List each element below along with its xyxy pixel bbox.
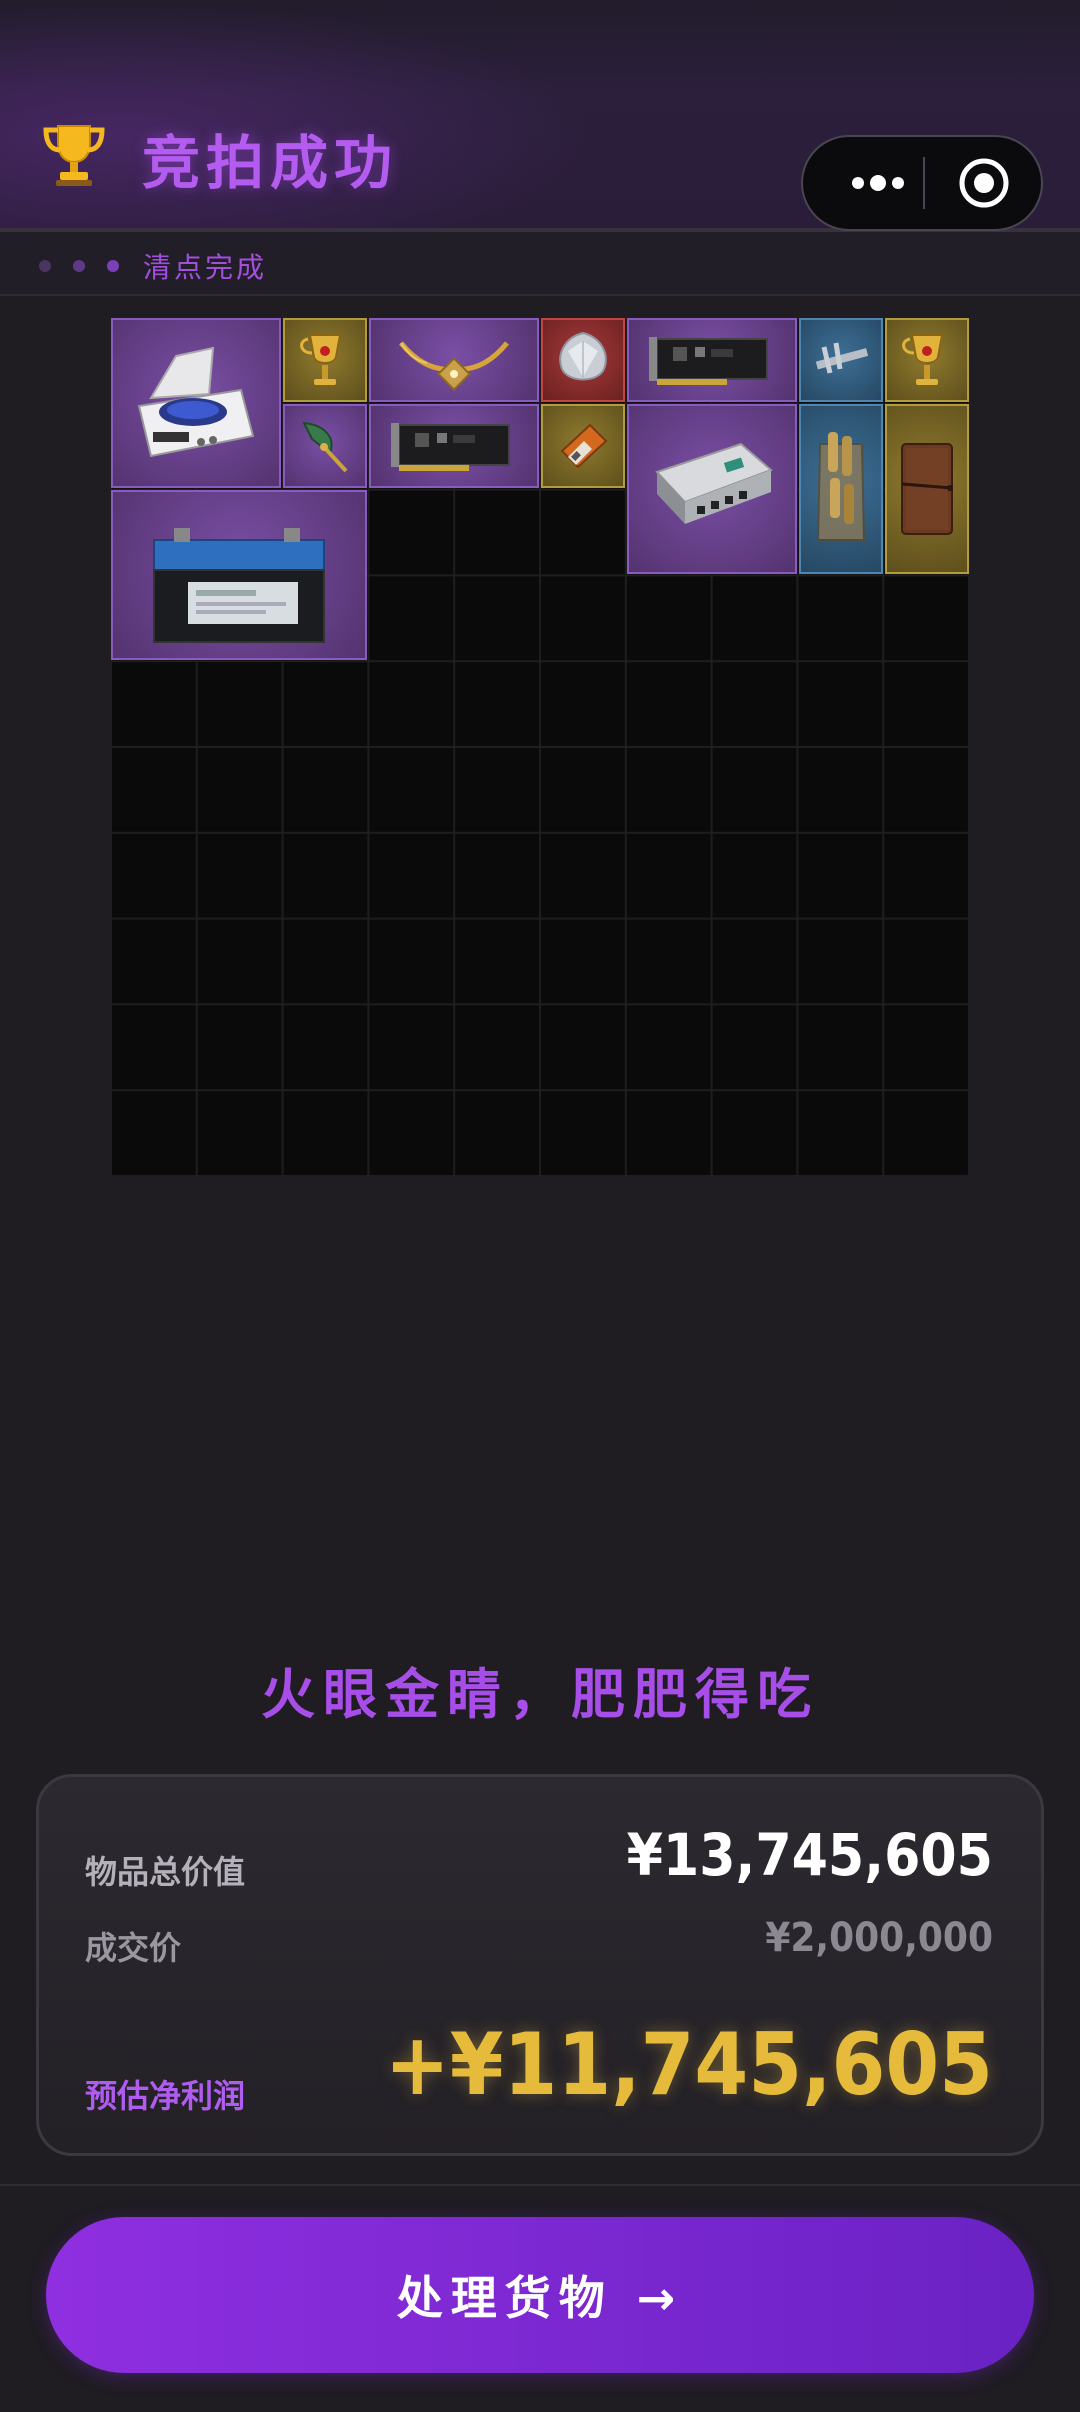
inventory-grid	[111, 318, 969, 1176]
status-text: 清点完成	[143, 251, 268, 284]
router-icon	[655, 442, 773, 524]
trophy-icon	[43, 125, 105, 186]
chalice-icon	[902, 334, 944, 385]
item-ammo-bag[interactable]	[799, 404, 883, 574]
summary-card: 物品总价值 ¥13,745,605 成交价 ¥2,000,000 预估净利润 +…	[36, 1774, 1044, 2156]
diamond-icon	[559, 331, 607, 381]
battery-icon	[153, 528, 325, 643]
more-dots-icon[interactable]	[833, 137, 923, 229]
journal-icon	[901, 443, 953, 535]
item-network-router[interactable]	[627, 404, 797, 574]
capsule-divider	[923, 157, 925, 209]
item-centrifuge[interactable]	[111, 318, 281, 488]
centrifuge-icon	[137, 346, 255, 458]
item-horned-necklace[interactable]	[369, 318, 539, 402]
caliper-icon	[815, 342, 869, 374]
process-goods-button[interactable]: 处理货物 →	[46, 2217, 1034, 2373]
item-caliper[interactable]	[799, 318, 883, 402]
ration-bar-icon	[560, 423, 608, 469]
item-diamond[interactable]	[541, 318, 625, 402]
mini-program-capsule[interactable]	[801, 135, 1043, 231]
necklace-icon	[399, 341, 509, 391]
total-value: ¥13,745,605	[626, 1821, 993, 1889]
item-golden-chalice[interactable]	[283, 318, 367, 402]
item-spearhead-pendant[interactable]	[283, 404, 367, 488]
item-ration-bar[interactable]	[541, 404, 625, 488]
graphics-card-icon	[649, 337, 768, 385]
spearhead-icon	[302, 421, 348, 473]
item-graphics-card[interactable]	[369, 404, 539, 488]
item-leather-journal[interactable]	[885, 404, 969, 574]
item-golden-chalice[interactable]	[885, 318, 969, 402]
progress-dot-1	[39, 260, 51, 272]
profit-label: 预估净利润	[85, 2077, 246, 2115]
deal-price-value: ¥2,000,000	[765, 1915, 993, 1961]
footer-divider	[0, 2184, 1080, 2186]
item-graphics-card[interactable]	[627, 318, 797, 402]
item-car-battery[interactable]	[111, 490, 367, 660]
slogan-text: 火眼金睛，肥肥得吃	[261, 1663, 819, 1726]
process-goods-label: 处理货物 →	[396, 2271, 684, 2325]
total-value-label: 物品总价值	[85, 1853, 246, 1891]
progress-dot-3	[107, 260, 119, 272]
target-icon[interactable]	[958, 157, 1010, 209]
profit-value: +¥11,745,605	[384, 2015, 993, 2115]
chalice-icon	[300, 334, 342, 385]
deal-price-label: 成交价	[85, 1929, 182, 1967]
ammo-bag-icon	[816, 432, 866, 541]
status-bar: 清点完成	[0, 232, 1080, 296]
graphics-card-icon	[391, 423, 510, 471]
page-title: 竞拍成功	[142, 129, 399, 197]
progress-dot-2	[73, 260, 85, 272]
